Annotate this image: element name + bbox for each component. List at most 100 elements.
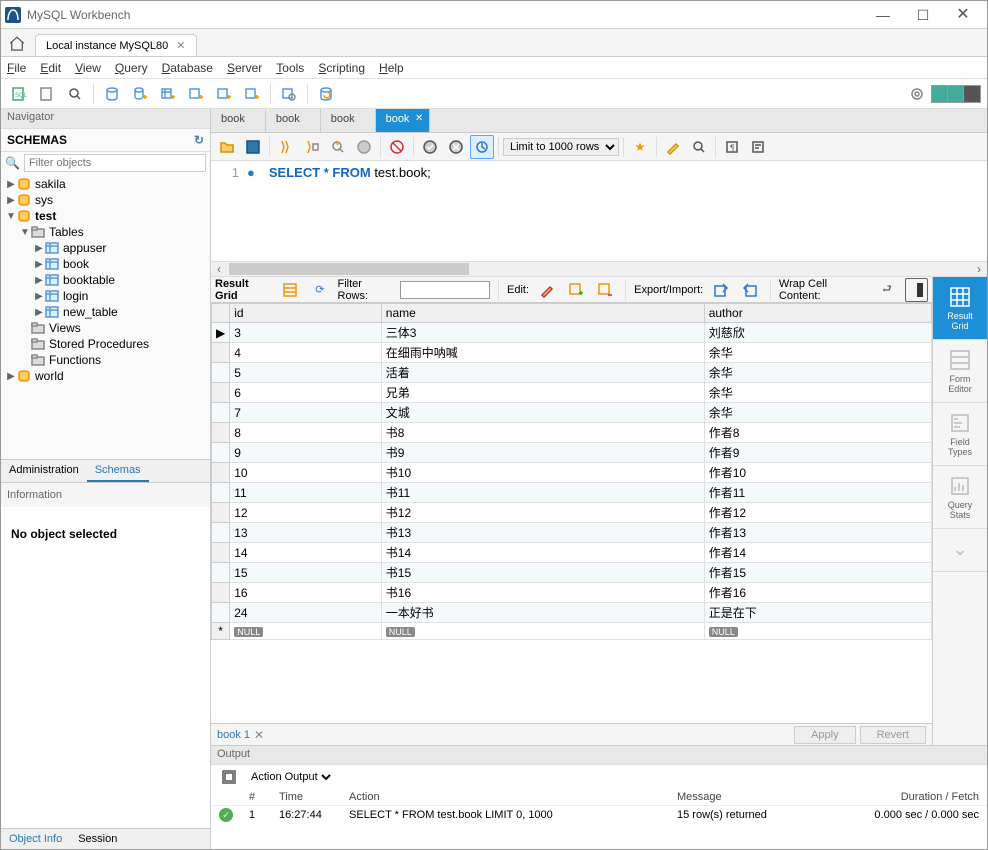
tree-item-new_table[interactable]: ▶new_table	[1, 304, 210, 320]
search-table-icon[interactable]	[277, 82, 301, 106]
beautify-icon[interactable]: ★	[628, 135, 652, 159]
menu-tools[interactable]: Tools	[276, 61, 304, 75]
table-row[interactable]: 4在细雨中呐喊余华	[212, 343, 932, 363]
menu-edit[interactable]: Edit	[40, 61, 61, 75]
invisible-icon[interactable]: ¶	[720, 135, 744, 159]
grid-rows-icon[interactable]	[279, 278, 302, 302]
table-row[interactable]: *NULLNULLNULL	[212, 623, 932, 640]
rollback-icon[interactable]	[444, 135, 468, 159]
brush-icon[interactable]	[661, 135, 685, 159]
footer-tab-session[interactable]: Session	[70, 829, 125, 849]
column-header[interactable]: id	[230, 304, 382, 323]
autocommit-icon[interactable]	[470, 135, 494, 159]
sql-tab[interactable]: book✕	[376, 109, 431, 132]
side-tab-form-editor[interactable]: FormEditor	[933, 340, 987, 403]
limit-select[interactable]: Limit to 1000 rows	[503, 138, 619, 156]
add-func-icon[interactable]	[240, 82, 264, 106]
tree-item-sys[interactable]: ▶sys	[1, 192, 210, 208]
inspector-icon[interactable]	[63, 82, 87, 106]
execute-icon[interactable]	[274, 135, 298, 159]
delete-row-icon[interactable]	[594, 278, 617, 302]
open-file-icon[interactable]	[215, 135, 239, 159]
tree-item-functions[interactable]: Functions	[1, 352, 210, 368]
no-limit-icon[interactable]	[385, 135, 409, 159]
db-icon[interactable]	[100, 82, 124, 106]
refresh-icon[interactable]: ↻	[194, 133, 204, 147]
menu-query[interactable]: Query	[115, 61, 148, 75]
column-header[interactable]: name	[381, 304, 704, 323]
editor-scrollbar[interactable]: ‹›	[211, 261, 987, 277]
side-tab-query-stats[interactable]: QueryStats	[933, 466, 987, 529]
sql-tab[interactable]: book	[211, 109, 266, 132]
table-row[interactable]: 16书16作者16	[212, 583, 932, 603]
table-row[interactable]: 7文城余华	[212, 403, 932, 423]
menu-database[interactable]: Database	[162, 61, 213, 75]
toggle-panel-icon[interactable]	[905, 278, 928, 302]
output-type-select[interactable]: Action Output	[247, 770, 334, 784]
table-row[interactable]: 6兄弟余华	[212, 383, 932, 403]
column-header[interactable]: author	[704, 304, 931, 323]
execute-current-icon[interactable]	[300, 135, 324, 159]
table-row[interactable]: 5活着余华	[212, 363, 932, 383]
tree-item-sakila[interactable]: ▶sakila	[1, 176, 210, 192]
edit-icon[interactable]	[535, 278, 558, 302]
new-sql-icon[interactable]: SQL	[7, 82, 31, 106]
close-button[interactable]: ✕	[943, 1, 983, 29]
side-tab-field-types[interactable]: FieldTypes	[933, 403, 987, 466]
menu-server[interactable]: Server	[227, 61, 262, 75]
sql-tab[interactable]: book	[321, 109, 376, 132]
tree-item-tables[interactable]: ▼Tables	[1, 224, 210, 240]
table-row[interactable]: 11书11作者11	[212, 483, 932, 503]
menu-file[interactable]: File	[7, 61, 26, 75]
panel-toggle[interactable]	[931, 85, 981, 103]
save-icon[interactable]	[241, 135, 265, 159]
import-icon[interactable]	[739, 278, 762, 302]
close-icon[interactable]: ✕	[176, 39, 185, 52]
nav-tab-administration[interactable]: Administration	[1, 460, 87, 482]
tree-item-views[interactable]: Views	[1, 320, 210, 336]
filter-input[interactable]	[24, 154, 206, 172]
chevron-down-icon[interactable]: ⌄	[933, 529, 987, 572]
add-schema-icon[interactable]	[128, 82, 152, 106]
sql-editor[interactable]: 1●SELECT * FROM test.book;	[211, 161, 987, 261]
footer-tab-object-info[interactable]: Object Info	[1, 829, 70, 849]
tree-item-stored-procedures[interactable]: Stored Procedures	[1, 336, 210, 352]
filter-rows-input[interactable]	[400, 281, 490, 299]
filter-icon[interactable]: ⟳	[308, 278, 331, 302]
stop-icon[interactable]	[352, 135, 376, 159]
output-list-icon[interactable]	[217, 765, 241, 789]
menu-view[interactable]: View	[75, 61, 101, 75]
result-grid[interactable]: idnameauthor▶3三体3刘慈欣4在细雨中呐喊余华5活着余华6兄弟余华7…	[211, 303, 932, 723]
home-icon[interactable]	[5, 32, 29, 56]
tree-item-book[interactable]: ▶book	[1, 256, 210, 272]
menu-scripting[interactable]: Scripting	[318, 61, 365, 75]
result-tab[interactable]: book 1	[217, 729, 250, 741]
revert-button[interactable]: Revert	[860, 726, 926, 744]
table-row[interactable]: 8书8作者8	[212, 423, 932, 443]
apply-button[interactable]: Apply	[794, 726, 856, 744]
tree-item-test[interactable]: ▼test	[1, 208, 210, 224]
minimize-button[interactable]: —	[863, 1, 903, 29]
add-table-icon[interactable]	[156, 82, 180, 106]
sql-tab[interactable]: book	[266, 109, 321, 132]
add-view-icon[interactable]	[184, 82, 208, 106]
add-proc-icon[interactable]	[212, 82, 236, 106]
wrap-icon[interactable]	[746, 135, 770, 159]
side-tab-result-grid[interactable]: ResultGrid	[933, 277, 987, 340]
tree-item-appuser[interactable]: ▶appuser	[1, 240, 210, 256]
tree-item-world[interactable]: ▶world	[1, 368, 210, 384]
explain-icon[interactable]	[326, 135, 350, 159]
close-icon[interactable]: ✕	[254, 728, 264, 742]
menu-help[interactable]: Help	[379, 61, 404, 75]
settings-icon[interactable]	[905, 82, 929, 106]
commit-icon[interactable]	[418, 135, 442, 159]
tree-item-booktable[interactable]: ▶booktable	[1, 272, 210, 288]
output-grid[interactable]: #TimeActionMessageDuration / Fetch ✓ 1 1…	[211, 789, 987, 849]
wrap-cell-icon[interactable]: ⮐	[875, 278, 898, 302]
table-row[interactable]: ▶3三体3刘慈欣	[212, 323, 932, 343]
open-sql-icon[interactable]	[35, 82, 59, 106]
maximize-button[interactable]: ☐	[903, 1, 943, 29]
table-row[interactable]: 15书15作者15	[212, 563, 932, 583]
nav-tab-schemas[interactable]: Schemas	[87, 460, 149, 482]
close-icon[interactable]: ✕	[415, 113, 423, 124]
